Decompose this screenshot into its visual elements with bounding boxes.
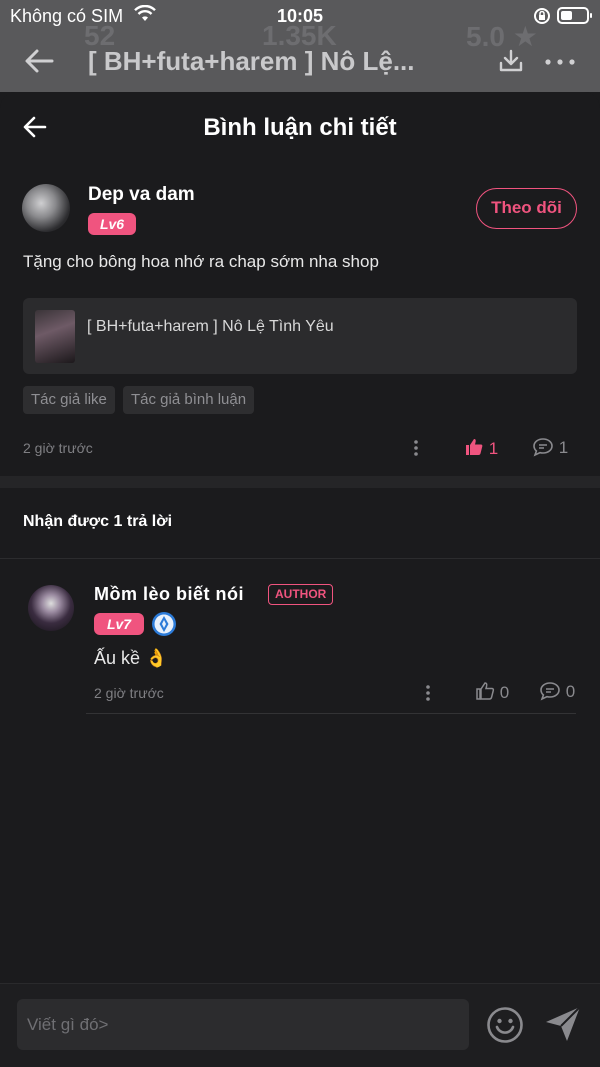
reply-count: 0 [565, 682, 576, 701]
level-badge: Lv7 [94, 613, 144, 635]
background-title: [ BH+futa+harem ] Nô Lệ... [88, 46, 415, 76]
reply-button[interactable]: 1 [532, 437, 568, 458]
sheet-header: Bình luận chi tiết [0, 92, 600, 164]
comment-text: Tặng cho bông hoa nhớ ra chap sớm nha sh… [23, 252, 379, 271]
send-icon[interactable] [543, 1004, 583, 1044]
background-header: 52 1.35K 5.0 ★ [ BH+futa+harem ] Nô Lệ..… [0, 20, 600, 92]
book-card[interactable]: [ BH+futa+harem ] Nô Lệ Tình Yêu [23, 298, 577, 374]
replies-heading: Nhận được 1 trả lời [23, 513, 173, 530]
diamond-badge-icon [152, 612, 176, 636]
more-icon[interactable] [545, 59, 575, 65]
reply-button[interactable]: 0 [539, 681, 575, 702]
like-button[interactable]: 1 [464, 437, 498, 459]
back-arrow-icon[interactable] [22, 46, 56, 76]
reply-username[interactable]: Mồm lèo biết nói [94, 584, 244, 605]
battery-icon [557, 7, 592, 24]
comment-input[interactable] [17, 999, 469, 1050]
section-divider [0, 476, 600, 488]
divider [0, 558, 600, 559]
reply-count: 1 [558, 438, 569, 457]
avatar[interactable] [22, 184, 70, 232]
tag-author-like: Tác giả like [23, 386, 115, 414]
comment-detail-sheet: Bình luận chi tiết Dep va dam Lv6 Theo d… [0, 92, 600, 1067]
thumbs-up-icon [466, 439, 483, 455]
thumbs-up-icon [476, 682, 495, 700]
reply-text: Ấu kề 👌 [94, 648, 168, 668]
download-icon[interactable] [498, 48, 524, 74]
more-vertical-icon[interactable] [413, 439, 419, 457]
comment-bubble-icon [540, 682, 560, 701]
more-vertical-icon[interactable] [425, 684, 431, 702]
author-badge: AUTHOR [268, 584, 334, 605]
like-button[interactable]: 0 [475, 681, 509, 703]
comment-time: 2 giờ trước [23, 440, 93, 456]
emoji-icon[interactable] [486, 1006, 524, 1044]
book-title: [ BH+futa+harem ] Nô Lệ Tình Yêu [87, 318, 334, 335]
comment-input-container [17, 999, 469, 1050]
like-count: 0 [499, 683, 510, 702]
comment-bubble-icon [533, 438, 553, 457]
follow-button[interactable]: Theo dõi [476, 188, 577, 229]
divider [86, 713, 576, 714]
reply-avatar[interactable] [28, 585, 74, 631]
sheet-title: Bình luận chi tiết [203, 114, 397, 141]
like-count: 1 [488, 439, 499, 458]
book-cover-image [35, 310, 75, 363]
level-badge: Lv6 [88, 213, 136, 235]
reply-time: 2 giờ trước [94, 685, 164, 701]
tag-author-comment: Tác giả bình luận [123, 386, 255, 414]
comment-input-bar [0, 983, 600, 1067]
comment-username[interactable]: Dep va dam [88, 184, 195, 206]
